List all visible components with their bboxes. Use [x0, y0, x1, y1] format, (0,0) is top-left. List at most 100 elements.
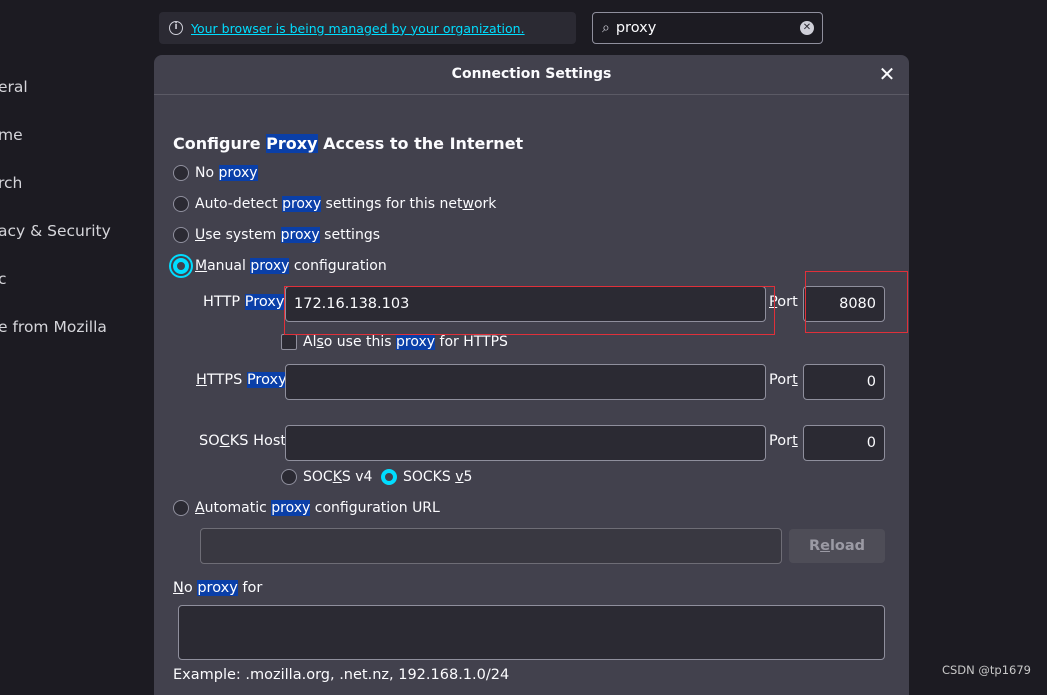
sidebar-item-more-from-mozilla[interactable]: e from Mozilla: [0, 318, 107, 336]
https-proxy-input[interactable]: [285, 364, 766, 400]
label-b: KS Host: [229, 433, 287, 449]
access-key: M: [195, 258, 208, 274]
label-a: SO: [199, 433, 220, 449]
https-proxy-label: HTTPS Proxy: [196, 372, 287, 388]
connection-settings-dialog: Connection Settings ✕ Configure Proxy Ac…: [154, 55, 909, 695]
access-key: s: [316, 334, 324, 350]
http-proxy-input[interactable]: 172.16.138.103: [285, 286, 766, 322]
heading-text-a: Configure: [173, 134, 267, 153]
radio-button[interactable]: [173, 196, 189, 212]
label-highlight: proxy: [280, 227, 320, 243]
label-a: utomatic: [204, 500, 272, 516]
http-port-input[interactable]: 8080: [803, 286, 885, 322]
radio-manual-proxy[interactable]: Manual proxy configuration: [173, 258, 387, 274]
label-b: configuration: [289, 258, 387, 274]
label-b: configuration URL: [310, 500, 440, 516]
radio-system-proxy[interactable]: Use system proxy settings: [173, 227, 380, 243]
https-port-input[interactable]: 0: [803, 364, 885, 400]
search-icon: ⌕: [602, 20, 610, 36]
checkbox-also-https[interactable]: Also use this proxy for HTTPS: [281, 334, 508, 350]
access-key: N: [173, 580, 184, 596]
label-a: o: [183, 580, 198, 596]
managed-policy-link[interactable]: Your browser is being managed by your or…: [191, 21, 525, 36]
sidebar-item-sync[interactable]: c: [0, 270, 7, 288]
radio-button[interactable]: [281, 469, 297, 485]
access-key: H: [196, 372, 207, 388]
label-b: for: [237, 580, 263, 596]
label-a: anual: [207, 258, 251, 274]
access-key: A: [195, 500, 205, 516]
access-key: e: [820, 538, 830, 554]
label-c: for HTTPS: [435, 334, 508, 350]
auto-config-url-input[interactable]: [200, 528, 782, 564]
no-proxy-for-label: No proxy for: [173, 580, 262, 596]
label-a: se system: [205, 227, 281, 243]
sidebar-item-privacy-security[interactable]: acy & Security: [0, 222, 111, 240]
radio-button[interactable]: [173, 227, 189, 243]
label-highlight: Proxy: [244, 294, 285, 310]
access-key: K: [332, 469, 342, 485]
access-key: w: [462, 196, 474, 212]
radio-label: SOCKS v5: [403, 469, 472, 485]
radio-button-selected[interactable]: [173, 258, 189, 274]
clear-icon[interactable]: ✕: [800, 21, 814, 35]
label-rest: ort: [777, 294, 798, 310]
checkbox-label: Also use this proxy for HTTPS: [303, 334, 508, 350]
managed-banner: i Your browser is being managed by your …: [159, 12, 576, 44]
no-proxy-for-textarea[interactable]: [178, 605, 885, 660]
label-a: Por: [769, 372, 793, 388]
watermark: CSDN @tp1679: [941, 663, 1031, 677]
access-key: P: [769, 294, 778, 310]
radio-label: Use system proxy settings: [195, 227, 380, 243]
label-highlight: proxy: [396, 334, 436, 350]
radio-no-proxy[interactable]: No proxy: [173, 165, 258, 181]
radio-label: No proxy: [195, 165, 258, 181]
radio-label: Auto-detect proxy settings for this netw…: [195, 196, 496, 212]
radio-socks-v4[interactable]: SOCKS v4: [281, 469, 372, 485]
socks-host-input[interactable]: [285, 425, 766, 461]
reload-button[interactable]: Reload: [789, 529, 885, 563]
search-value[interactable]: proxy: [616, 20, 800, 36]
label-a: SOCKS: [403, 469, 456, 485]
socks-port-input[interactable]: 0: [803, 425, 885, 461]
label-a: Al: [303, 334, 317, 350]
label-b: o use this: [323, 334, 397, 350]
label-b: settings: [319, 227, 380, 243]
sidebar-item-home[interactable]: me: [0, 126, 23, 144]
heading-highlight: Proxy: [266, 134, 318, 153]
label-highlight: proxy: [218, 165, 258, 181]
heading-text-b: Access to the Internet: [317, 134, 524, 153]
radio-auto-config-url[interactable]: Automatic proxy configuration URL: [173, 500, 440, 516]
radio-button[interactable]: [173, 500, 189, 516]
access-key: t: [792, 372, 798, 388]
checkbox[interactable]: [281, 334, 297, 350]
label-c: ork: [473, 196, 497, 212]
label-highlight: Proxy: [246, 372, 287, 388]
label-a: Auto-detect: [195, 196, 283, 212]
label-highlight: proxy: [197, 580, 238, 596]
dialog-title-text: Connection Settings: [451, 66, 612, 82]
socks-port-label: Port: [769, 433, 798, 449]
radio-socks-v5[interactable]: SOCKS v5: [381, 469, 472, 485]
label-b: 5: [463, 469, 473, 485]
radio-label: Automatic proxy configuration URL: [195, 500, 440, 516]
access-key: v: [455, 469, 464, 485]
search-input[interactable]: ⌕ proxy ✕: [592, 12, 823, 44]
label-a: SOC: [303, 469, 333, 485]
no-proxy-example: Example: .mozilla.org, .net.nz, 192.168.…: [173, 667, 510, 683]
label-highlight: proxy: [271, 500, 311, 516]
close-icon[interactable]: ✕: [875, 63, 899, 87]
access-key: C: [219, 433, 230, 449]
dialog-title: Connection Settings: [154, 55, 909, 95]
sidebar-item-general[interactable]: eral: [0, 78, 28, 96]
radio-button[interactable]: [173, 165, 189, 181]
http-proxy-label: HTTP Proxy: [203, 294, 285, 310]
access-key: t: [792, 433, 798, 449]
sidebar-item-search[interactable]: rch: [0, 174, 22, 192]
radio-button-selected[interactable]: [381, 469, 397, 485]
radio-auto-detect[interactable]: Auto-detect proxy settings for this netw…: [173, 196, 496, 212]
label-a: R: [808, 538, 821, 554]
label-b: load: [829, 538, 866, 554]
label-b: S v4: [341, 469, 373, 485]
label-a: Por: [769, 433, 793, 449]
